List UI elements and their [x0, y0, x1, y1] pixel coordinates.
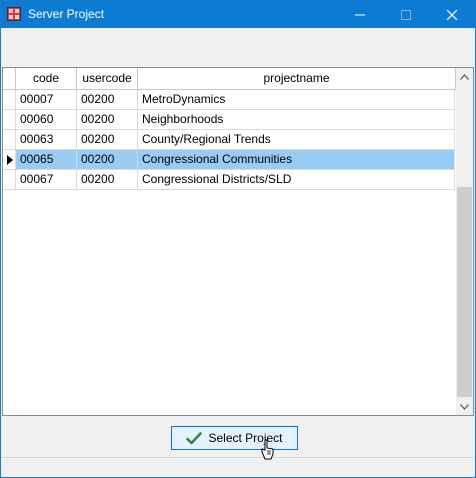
close-button[interactable]: [429, 1, 475, 28]
server-project-window: Server Project code usercode projectname…: [0, 0, 476, 478]
column-header-code[interactable]: code: [16, 68, 77, 89]
scroll-up-button[interactable]: [456, 68, 473, 85]
table-row-selected[interactable]: 00065 00200 Congressional Communities: [3, 150, 455, 170]
window-title: Server Project: [28, 7, 105, 21]
scroll-down-button[interactable]: [456, 398, 473, 415]
mouse-pointer-icon: [261, 439, 274, 460]
row-indicator: [3, 90, 16, 109]
cell-code: 00065: [16, 150, 77, 169]
table-row[interactable]: 00063 00200 County/Regional Trends: [3, 130, 455, 150]
cell-projectname: Neighborhoods: [138, 110, 455, 129]
column-header-usercode[interactable]: usercode: [77, 68, 138, 89]
cell-usercode: 00200: [77, 150, 138, 169]
checkmark-icon: [186, 431, 203, 445]
current-row-arrow-icon: [7, 155, 13, 165]
cell-code: 00007: [16, 90, 77, 109]
cell-code: 00067: [16, 170, 77, 189]
select-project-button[interactable]: Select Project: [171, 426, 298, 450]
maximize-button[interactable]: [383, 1, 429, 28]
cell-code: 00063: [16, 130, 77, 149]
table-row[interactable]: 00007 00200 MetroDynamics: [3, 90, 455, 110]
table-row[interactable]: 00060 00200 Neighborhoods: [3, 110, 455, 130]
scrollbar-thumb[interactable]: [457, 187, 472, 397]
table-row[interactable]: 00067 00200 Congressional Districts/SLD: [3, 170, 455, 190]
button-panel: Select Project: [1, 417, 475, 457]
cell-projectname: MetroDynamics: [138, 90, 455, 109]
cell-usercode: 00200: [77, 130, 138, 149]
row-indicator: [3, 170, 16, 189]
minimize-button[interactable]: [337, 1, 383, 28]
close-icon: [447, 9, 457, 20]
cell-usercode: 00200: [77, 90, 138, 109]
row-indicator: [3, 150, 16, 169]
cell-usercode: 00200: [77, 110, 138, 129]
grid-body: code usercode projectname 00007 00200 Me…: [3, 68, 456, 415]
row-indicator: [3, 130, 16, 149]
status-bar: [1, 457, 475, 477]
cell-usercode: 00200: [77, 170, 138, 189]
top-panel: [1, 28, 475, 67]
title-bar[interactable]: Server Project: [1, 1, 475, 28]
grid-app-icon: [7, 7, 21, 21]
cell-projectname: County/Regional Trends: [138, 130, 455, 149]
cell-projectname: Congressional Districts/SLD: [138, 170, 455, 189]
chevron-down-icon: [460, 403, 469, 410]
cell-projectname: Congressional Communities: [138, 150, 455, 169]
column-header-projectname[interactable]: projectname: [138, 68, 456, 89]
chevron-up-icon: [460, 73, 469, 80]
row-indicator: [3, 110, 16, 129]
grid-header: code usercode projectname: [3, 68, 456, 90]
maximize-icon: [401, 9, 411, 20]
minimize-icon: [355, 14, 365, 15]
indicator-header: [3, 68, 16, 89]
project-grid[interactable]: code usercode projectname 00007 00200 Me…: [2, 67, 474, 416]
vertical-scrollbar[interactable]: [456, 68, 473, 415]
cell-code: 00060: [16, 110, 77, 129]
